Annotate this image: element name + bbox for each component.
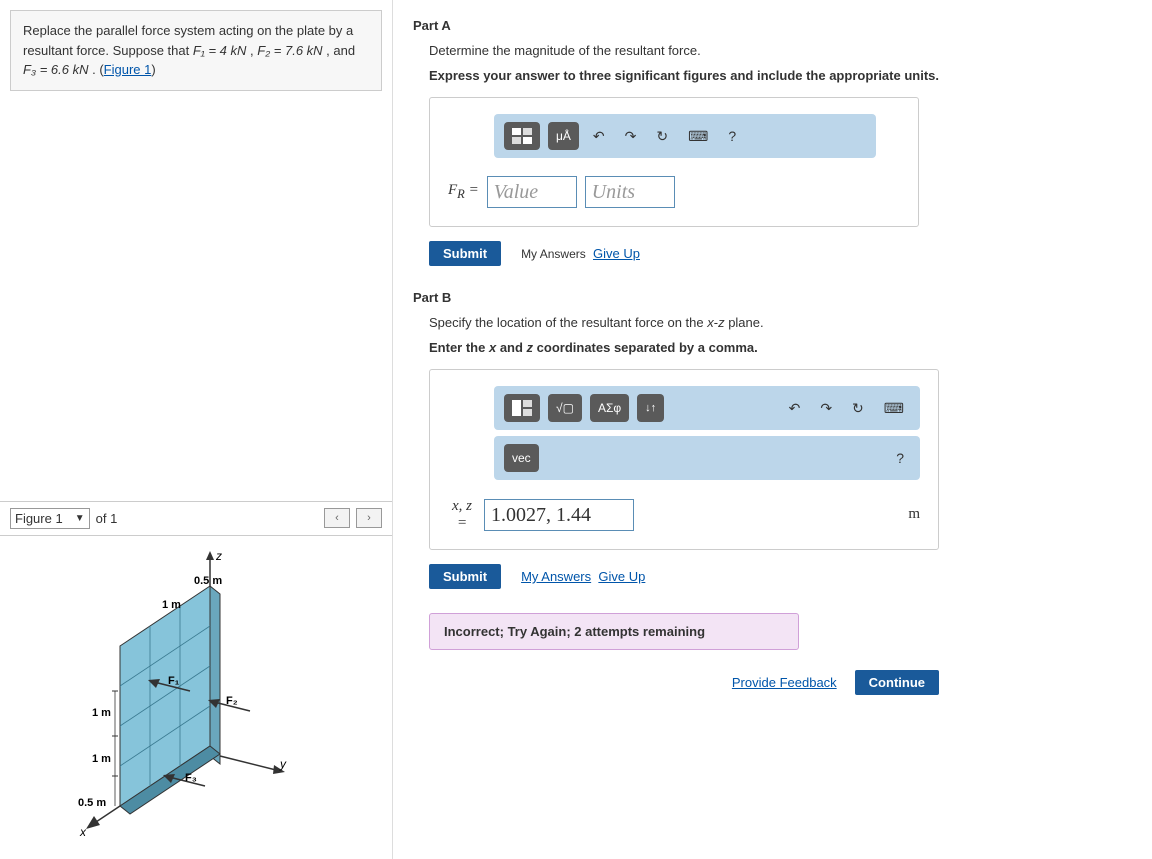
- f1-value: F₁ = 4 kN: [193, 43, 247, 58]
- figure-prev-button[interactable]: ‹: [324, 508, 350, 528]
- figure-link[interactable]: Figure 1: [104, 62, 152, 77]
- chevron-down-icon: ▼: [75, 513, 85, 524]
- figure-select[interactable]: Figure 1 ▼: [10, 508, 90, 529]
- part-b-title: Part B: [413, 290, 1132, 305]
- figure-diagram: z y x 0.5 m 1 m: [0, 536, 392, 859]
- dim-05m-top: 0.5 m: [194, 575, 222, 587]
- vec-button[interactable]: vec: [504, 444, 539, 472]
- reset-icon[interactable]: ↻: [846, 396, 870, 421]
- greek-button[interactable]: ΑΣφ: [590, 394, 629, 422]
- unit-label: m: [908, 506, 920, 523]
- undo-icon[interactable]: ↶: [783, 396, 807, 421]
- f3-value: F₃ = 6.6 kN: [23, 62, 88, 77]
- xz-label: x, z=: [448, 498, 476, 531]
- help-icon[interactable]: ?: [890, 446, 910, 470]
- templates-icon[interactable]: [504, 122, 540, 150]
- axis-x-label: x: [79, 825, 87, 836]
- figure-navigation: Figure 1 ▼ of 1 ‹ ›: [0, 501, 392, 536]
- part-a-instruction: Express your answer to three significant…: [429, 68, 1132, 83]
- reset-icon[interactable]: ↻: [650, 124, 674, 149]
- keyboard-icon[interactable]: ⌨: [878, 396, 910, 421]
- feedback-message: Incorrect; Try Again; 2 attempts remaini…: [429, 613, 799, 650]
- part-b-toolbar-2: vec ?: [494, 436, 920, 480]
- part-a-toolbar: μÅ ↶ ↷ ↻ ⌨ ?: [494, 114, 876, 158]
- my-answers-label: My Answers: [521, 247, 586, 261]
- part-b-toolbar-1: √▢ ΑΣφ ↓↑ ↶ ↷ ↻ ⌨: [494, 386, 920, 430]
- provide-feedback-link[interactable]: Provide Feedback: [732, 675, 837, 690]
- templates-icon[interactable]: [504, 394, 540, 422]
- arrows-button[interactable]: ↓↑: [637, 394, 664, 422]
- figure-next-button[interactable]: ›: [356, 508, 382, 528]
- dim-1m-a: 1 m: [92, 707, 111, 719]
- part-b-answer-box: √▢ ΑΣφ ↓↑ ↶ ↷ ↻ ⌨ vec ? x, z= 1.0027, 1.…: [429, 369, 939, 550]
- continue-button[interactable]: Continue: [855, 670, 939, 695]
- part-b-submit-button[interactable]: Submit: [429, 564, 501, 589]
- units-button[interactable]: μÅ: [548, 122, 579, 150]
- redo-icon[interactable]: ↷: [814, 396, 838, 421]
- help-icon[interactable]: ?: [722, 124, 742, 148]
- force-f2: F₂: [226, 695, 238, 707]
- xz-input[interactable]: 1.0027, 1.44: [484, 499, 634, 531]
- dim-1m-top: 1 m: [162, 599, 181, 611]
- axis-y-label: y: [279, 757, 287, 771]
- problem-statement: Replace the parallel force system acting…: [10, 10, 382, 91]
- force-f3: F₃: [185, 772, 197, 784]
- undo-icon[interactable]: ↶: [587, 124, 611, 149]
- keyboard-icon[interactable]: ⌨: [682, 124, 714, 149]
- part-a-desc: Determine the magnitude of the resultant…: [429, 43, 1132, 58]
- value-input[interactable]: Value: [487, 176, 577, 208]
- fr-label: FR =: [448, 182, 479, 202]
- give-up-link[interactable]: Give Up: [598, 569, 645, 584]
- figure-select-label: Figure 1: [15, 511, 63, 526]
- figure-count: of 1: [96, 511, 118, 526]
- force-f1: F₁: [168, 675, 180, 687]
- sqrt-button[interactable]: √▢: [548, 394, 582, 422]
- give-up-link[interactable]: Give Up: [593, 246, 640, 261]
- part-b-desc: Specify the location of the resultant fo…: [429, 315, 1132, 330]
- dim-05m-b: 0.5 m: [78, 797, 106, 809]
- part-b-instruction: Enter the x and z coordinates separated …: [429, 340, 1132, 355]
- part-a-title: Part A: [413, 18, 1132, 33]
- part-a-answer-box: μÅ ↶ ↷ ↻ ⌨ ? FR = Value Units: [429, 97, 919, 227]
- part-a-submit-button[interactable]: Submit: [429, 241, 501, 266]
- units-input[interactable]: Units: [585, 176, 675, 208]
- axis-z-label: z: [215, 549, 222, 563]
- my-answers-link[interactable]: My Answers: [521, 569, 591, 584]
- redo-icon[interactable]: ↷: [619, 124, 643, 149]
- dim-1m-b: 1 m: [92, 753, 111, 765]
- f2-value: F₂ = 7.6 kN: [257, 43, 322, 58]
